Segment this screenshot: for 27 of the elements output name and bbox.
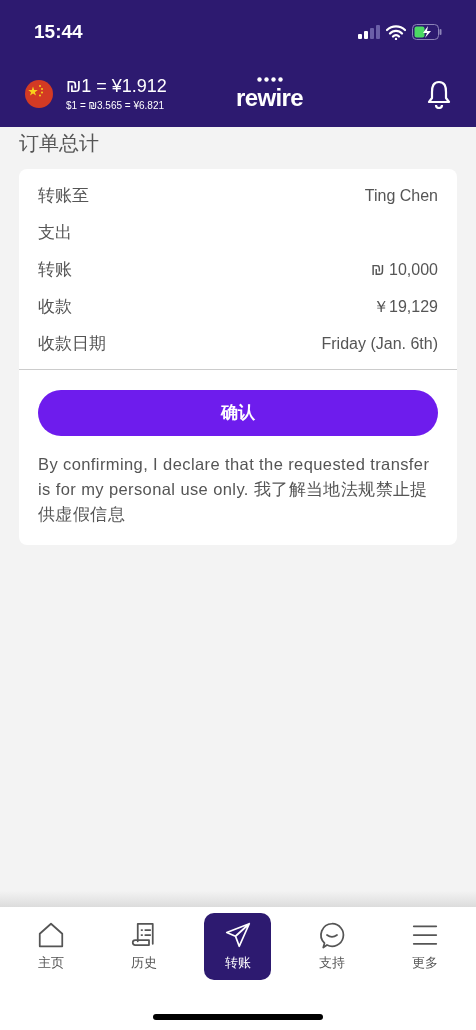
exchange-subrate: $1 = ₪3.565 = ¥6.821: [66, 98, 166, 113]
signal-icon: [358, 25, 380, 39]
tab-button[interactable]: 支持: [298, 913, 366, 980]
flag-icon: [25, 79, 53, 108]
row-label: 转账: [38, 259, 72, 282]
row-label: 转账至: [38, 185, 89, 208]
tab-button[interactable]: 主页: [17, 913, 85, 980]
section-title: 订单总计: [19, 131, 100, 156]
battery-icon: [412, 24, 442, 40]
row-value: ₪ 10,000: [371, 260, 438, 280]
confirm-button[interactable]: 确认: [38, 390, 438, 436]
row-label: 收款: [38, 296, 72, 319]
status-time: 15:44: [34, 19, 83, 44]
wifi-icon: [386, 24, 406, 40]
logo-dots-icon: [256, 76, 283, 82]
row-value: ￥19,129: [373, 297, 438, 317]
row-label: 收款日期: [38, 333, 106, 356]
logo: rewire: [236, 84, 304, 111]
bell-icon[interactable]: [427, 78, 451, 109]
exchange-rate: ₪1 = ¥1.912: [66, 74, 168, 97]
tab-button[interactable]: 转账: [204, 913, 272, 980]
tab-button[interactable]: 历史: [110, 913, 178, 980]
row-value: Friday (Jan. 6th): [321, 334, 438, 354]
disclaimer-text: By confirming, I declare that the requested transfer is for my personal use only. 我了解当地法规禁止提供虚假信息: [38, 454, 431, 525]
tab-button[interactable]: 更多: [391, 913, 459, 980]
row-label: 支出: [38, 222, 72, 245]
row-value: Ting Chen: [364, 186, 438, 206]
